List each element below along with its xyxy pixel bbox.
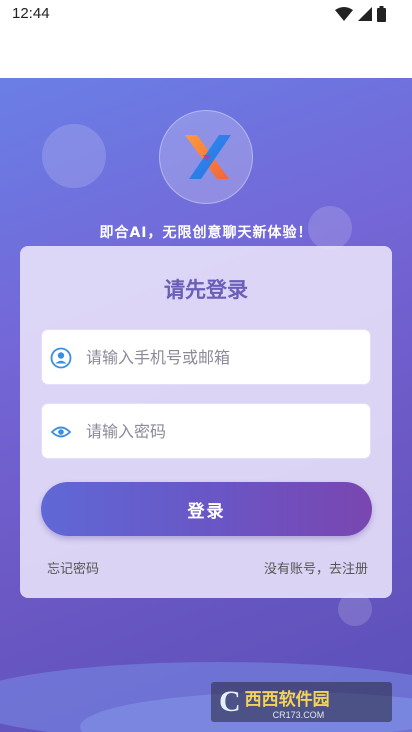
app-logo bbox=[159, 110, 253, 204]
password-field[interactable] bbox=[41, 403, 371, 459]
account-input[interactable] bbox=[86, 330, 362, 384]
eye-icon[interactable] bbox=[50, 421, 72, 443]
watermark: C 西西软件园 CR173.COM bbox=[211, 682, 392, 722]
watermark-logo-icon: C bbox=[219, 685, 241, 718]
user-icon bbox=[50, 347, 72, 369]
cellular-signal-icon bbox=[358, 7, 372, 21]
forgot-password-link[interactable]: 忘记密码 bbox=[47, 558, 99, 577]
decorative-bubble bbox=[42, 124, 106, 188]
x-logo-icon bbox=[185, 135, 231, 179]
card-title: 请先登录 bbox=[164, 278, 248, 302]
status-time: 12:44 bbox=[12, 5, 50, 22]
watermark-brand: 西西软件园 bbox=[244, 689, 330, 710]
watermark-url: CR173.COM bbox=[272, 709, 325, 720]
login-button[interactable]: 登录 bbox=[41, 482, 372, 536]
battery-icon bbox=[377, 6, 386, 22]
password-input[interactable] bbox=[86, 404, 362, 458]
login-card: 请先登录 登录 忘记密码 没有账号，去注册 bbox=[20, 246, 392, 598]
slogan: 即合AI，无限创意聊天新体验！ bbox=[99, 225, 313, 241]
wifi-icon bbox=[335, 7, 353, 21]
register-link[interactable]: 没有账号，去注册 bbox=[264, 558, 368, 577]
status-bar: 12:44 bbox=[0, 0, 412, 30]
account-field[interactable] bbox=[41, 329, 371, 385]
status-icons bbox=[335, 6, 386, 22]
